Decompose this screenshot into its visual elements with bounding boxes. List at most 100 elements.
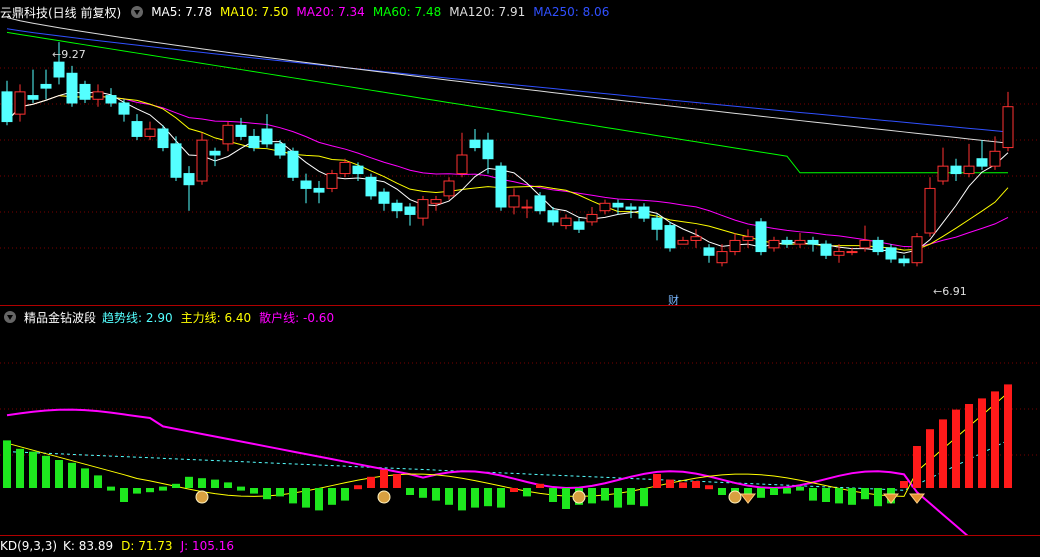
indicator-bar: [367, 476, 375, 488]
candle-body: [40, 83, 52, 89]
candle-body: [404, 206, 416, 215]
diamond-signal-icon: [908, 493, 926, 504]
main-line: [6, 392, 1009, 497]
candle-body: [768, 239, 780, 249]
indicator-bar: [211, 479, 219, 488]
candle-body: [677, 239, 689, 245]
indicator-bar: [666, 479, 674, 488]
candle-body: [508, 195, 520, 208]
indicator-bar: [68, 462, 76, 488]
indicator-bar: [822, 488, 830, 502]
candle-body: [781, 239, 793, 245]
kd-legend: K: 83.89 D: 71.73 J: 105.16: [63, 539, 234, 553]
candle-body: [560, 217, 572, 227]
indicator-bar: [94, 475, 102, 488]
candle-body: [339, 161, 351, 175]
indicator-bar: [952, 409, 960, 488]
indicator-bar: [510, 488, 518, 492]
candle-body: [534, 195, 546, 212]
retail-line: [6, 408, 969, 535]
candle-body: [1002, 106, 1014, 149]
indicator-bar: [224, 482, 232, 488]
indicator-bar: [198, 478, 206, 488]
coin-signal-icon: [377, 490, 391, 504]
indicator-bar: [133, 488, 141, 494]
candle-body: [651, 217, 663, 230]
candle-body: [313, 187, 325, 193]
indicator-bar: [861, 488, 869, 500]
candle-body: [729, 239, 741, 253]
candle-body: [66, 72, 78, 104]
panel3-title[interactable]: KD(9,3,3): [0, 539, 57, 553]
kd-legend-item-0: K: 83.89: [63, 539, 114, 553]
candle-body: [365, 176, 377, 197]
price-chart[interactable]: [0, 0, 1040, 303]
indicator-bar: [497, 488, 505, 508]
indicator-bar: [796, 486, 804, 491]
indicator-bar: [653, 474, 661, 488]
indicator-bar: [315, 488, 323, 511]
indicator-bar: [926, 429, 934, 488]
indicator-bar: [601, 488, 609, 501]
candle-body: [703, 247, 715, 256]
indicator-bar: [978, 398, 986, 488]
indicator-bar: [562, 488, 570, 509]
candle-body: [53, 61, 65, 78]
indicator-bar: [588, 488, 596, 504]
candle-body: [547, 210, 559, 223]
candle-body: [846, 251, 858, 254]
candle-body: [573, 221, 585, 230]
indicator-bar: [835, 488, 843, 504]
kd-legend-item-1: D: 71.73: [121, 539, 173, 553]
indicator-bar: [328, 488, 336, 505]
indicator-bar: [354, 485, 362, 490]
diamond-signal-icon: [882, 493, 900, 504]
ma120-line: [6, 17, 1009, 144]
indicator-bar: [159, 486, 167, 491]
candle-body: [352, 165, 364, 175]
candle-body: [417, 199, 429, 219]
indicator-bar: [1004, 384, 1012, 488]
candle-body: [612, 202, 624, 208]
candle-body: [1, 91, 13, 123]
candle-body: [495, 165, 507, 208]
candle-body: [625, 206, 637, 210]
candle-body: [937, 165, 949, 182]
candle-body: [222, 124, 234, 145]
high-price-label: ←9.27: [52, 48, 86, 61]
candle-body: [833, 251, 845, 256]
indicator-bar: [770, 488, 778, 495]
candle-body: [638, 206, 650, 219]
ma60-line: [6, 31, 1008, 174]
indicator-bar: [120, 488, 128, 502]
indicator-bar: [3, 440, 11, 488]
indicator-bar: [523, 488, 531, 497]
candle-body: [79, 83, 91, 100]
candle-body: [469, 139, 481, 149]
candle-body: [378, 191, 390, 204]
ma250-line: [6, 28, 1009, 133]
indicator-bar: [939, 419, 947, 488]
candle-body: [326, 173, 338, 189]
candle-body: [287, 150, 299, 178]
candle-body: [924, 187, 936, 234]
indicator-bar: [692, 481, 700, 488]
indicator-bar: [627, 488, 635, 505]
indicator-bar: [757, 488, 765, 498]
indicator-bar: [965, 404, 973, 488]
indicator-bar: [107, 486, 115, 491]
indicator-bar: [679, 482, 687, 488]
indicator-bar: [549, 488, 557, 502]
candle-body: [209, 150, 221, 156]
candle-body: [820, 243, 832, 256]
candle-body: [599, 202, 611, 212]
indicator-bar: [640, 488, 648, 507]
indicator-bar: [16, 448, 24, 488]
indicator-bar: [432, 488, 440, 501]
candle-body: [755, 221, 767, 253]
candle-body: [235, 124, 247, 137]
indicator-bar: [718, 488, 726, 495]
coin-signal-icon: [572, 490, 586, 504]
candle-body: [92, 91, 104, 100]
indicator-chart[interactable]: [0, 305, 1040, 535]
